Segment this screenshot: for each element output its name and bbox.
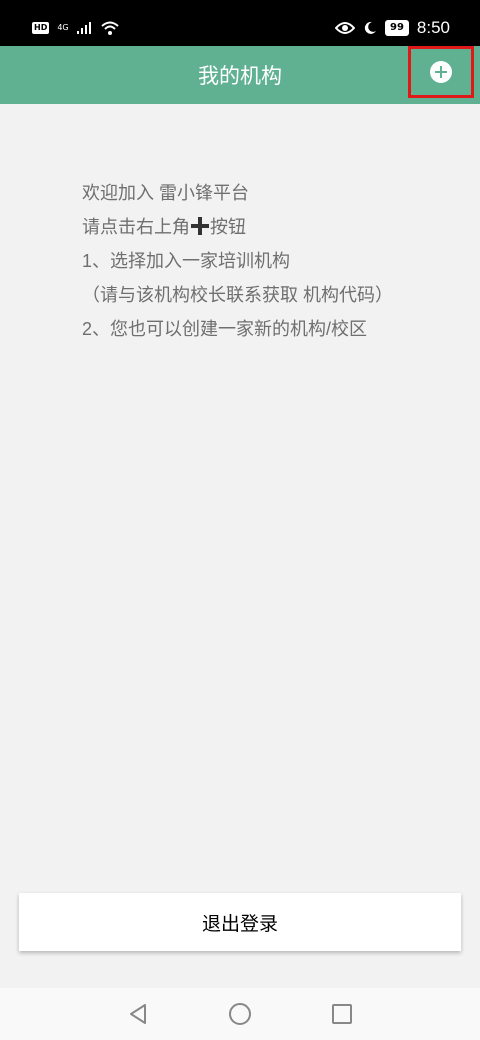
instruction-line: 请点击右上角 按钮: [82, 210, 462, 244]
moon-icon: [364, 21, 376, 34]
status-right: 99 8:50: [334, 18, 450, 38]
instruction-text-suffix: 按钮: [210, 217, 246, 237]
add-organization-button[interactable]: [408, 46, 474, 98]
hd-badge: HD: [32, 22, 50, 34]
logout-button[interactable]: 退出登录: [19, 893, 461, 951]
wifi-icon: [100, 21, 119, 35]
back-triangle-icon: [130, 1004, 146, 1024]
app-bar: 我的机构: [0, 46, 480, 104]
option-one-line: 1、选择加入一家培训机构: [82, 251, 291, 271]
eye-icon: [334, 22, 355, 34]
signal-icon: [76, 22, 91, 34]
home-circle-icon: [229, 1003, 251, 1025]
recents-button[interactable]: [322, 994, 362, 1034]
status-left: HD 4G: [32, 21, 119, 35]
system-nav-bar: [0, 988, 480, 1040]
page-title: 我的机构: [198, 65, 282, 88]
instructions: 欢迎加入 雷小锋平台 请点击右上角 按钮 1、选择加入一家培训机构 （请与该机构校…: [82, 176, 462, 346]
battery-indicator: 99: [384, 20, 409, 36]
back-button[interactable]: [118, 994, 158, 1034]
welcome-line: 欢迎加入 雷小锋平台: [82, 183, 250, 203]
option-one-note: （请与该机构校长联系获取 机构代码）: [82, 285, 393, 305]
status-time: 8:50: [416, 18, 450, 37]
option-two-line: 2、您也可以创建一家新的机构/校区: [82, 319, 368, 339]
instruction-text: 请点击右上角: [82, 217, 190, 237]
plus-icon: [191, 217, 209, 235]
recents-square-icon: [332, 1004, 352, 1024]
network-type: 4G: [57, 23, 69, 32]
home-button[interactable]: [220, 994, 260, 1034]
plus-circle-icon: [430, 61, 452, 83]
